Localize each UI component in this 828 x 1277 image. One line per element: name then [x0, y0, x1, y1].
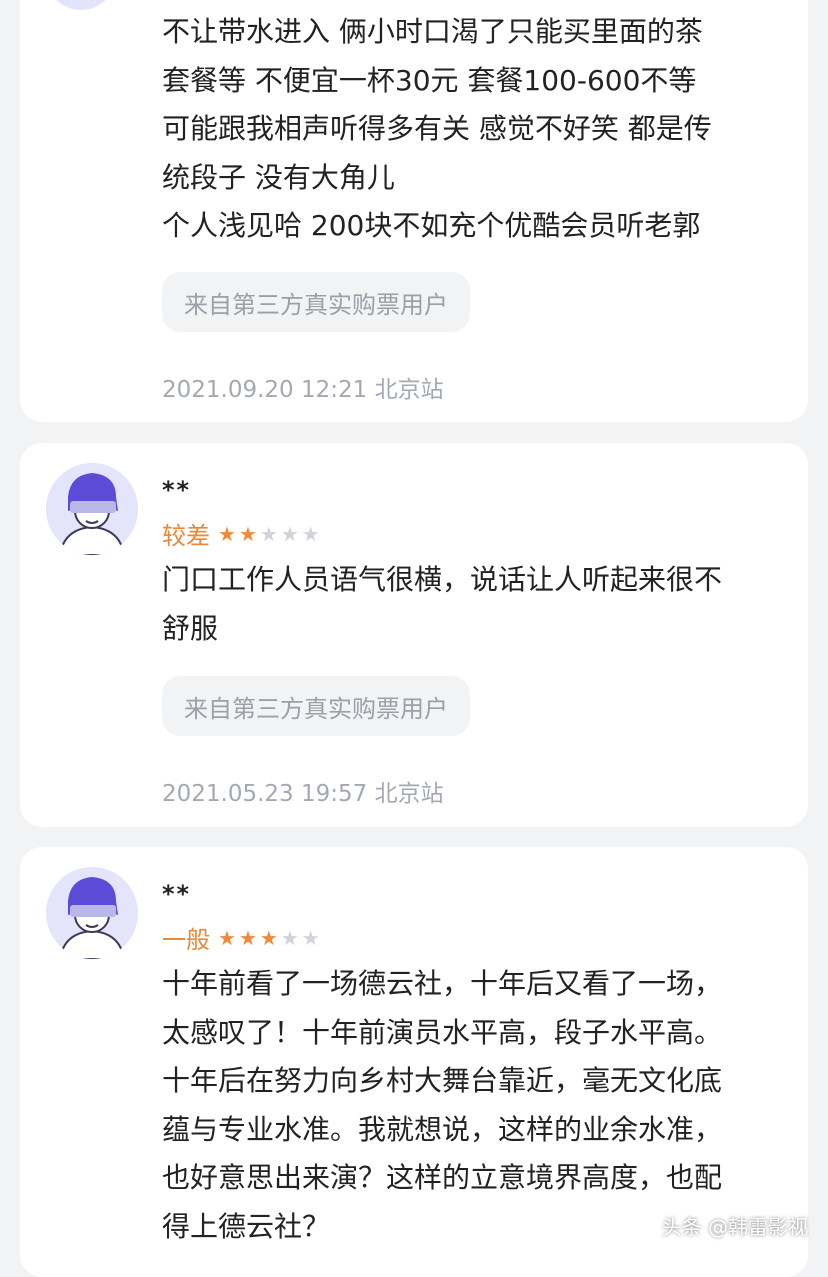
review-meta: 2021.05.23 19:57 北京站: [162, 781, 444, 807]
review-content: 不让带水进入 俩小时口渴了只能买里面的茶 套餐等 不便宜一杯30元 套餐100-…: [162, 15, 712, 242]
star-icon: ★: [218, 521, 236, 546]
star-icon: ★: [280, 521, 299, 546]
star-rating: ★ ★ ★ ★ ★: [218, 524, 320, 544]
source-tag: 来自第三方真实购票用户: [162, 676, 470, 736]
user-avatar-icon[interactable]: [46, 867, 138, 959]
rating-label: 较差: [162, 522, 210, 550]
rating-row: 较差 ★ ★ ★ ★ ★: [162, 516, 320, 551]
star-icon: ★: [301, 925, 320, 950]
watermark: 头条 @韩雷影视: [661, 1215, 808, 1239]
review-meta: 2021.09.20 12:21 北京站: [162, 377, 444, 403]
review-content: 十年前看了一场德云社，十年后又看了一场， 太感叹了！十年前演员水平高，段子水平高…: [162, 967, 723, 1243]
star-icon: ★: [218, 925, 236, 950]
username: **: [162, 880, 192, 908]
username: **: [162, 476, 192, 504]
review-card: 不让带水进入 俩小时口渴了只能买里面的茶 套餐等 不便宜一杯30元 套餐100-…: [20, 0, 808, 422]
star-icon: ★: [280, 925, 299, 950]
source-tag: 来自第三方真实购票用户: [162, 272, 470, 332]
rating-label: 一般: [162, 926, 210, 954]
review-content: 门口工作人员语气很横，说话让人听起来很不 舒服: [162, 563, 723, 645]
star-icon: ★: [259, 925, 278, 950]
star-rating: ★ ★ ★ ★ ★: [218, 928, 320, 948]
star-icon: ★: [301, 521, 320, 546]
star-icon: ★: [259, 521, 278, 546]
review-card: ** 较差 ★ ★ ★ ★ ★ 门口工作人员语气很横，说话让人听起来很不 舒服 …: [20, 443, 808, 827]
user-avatar-icon[interactable]: [46, 0, 116, 10]
user-avatar-icon[interactable]: [46, 463, 138, 555]
star-icon: ★: [238, 521, 257, 546]
star-icon: ★: [238, 925, 257, 950]
rating-row: 一般 ★ ★ ★ ★ ★: [162, 920, 320, 955]
